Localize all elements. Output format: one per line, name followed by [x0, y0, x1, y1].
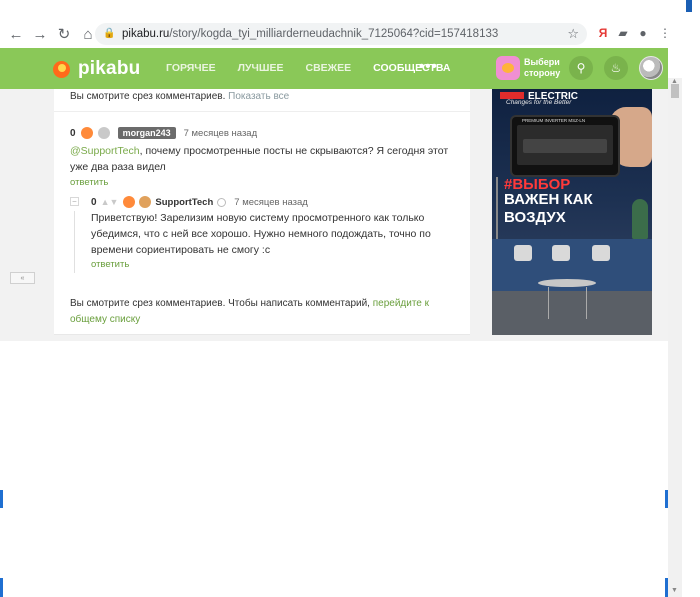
- award-icon: [123, 196, 136, 208]
- window-edge: [686, 0, 692, 12]
- bookmark-star-icon[interactable]: ☆: [567, 26, 579, 42]
- nav-best[interactable]: ЛУЧШЕЕ: [238, 62, 284, 74]
- extensions-puzzle-icon[interactable]: ▰: [614, 24, 632, 42]
- nav-communities[interactable]: СООБЩЕСТВА: [373, 62, 450, 74]
- mitsubishi-logo-icon: [500, 92, 524, 99]
- reply-link[interactable]: ответить: [91, 259, 129, 270]
- reply-body: Приветствую! Зарелизим новую систему про…: [91, 212, 431, 256]
- reply-time[interactable]: 7 месяцев назад: [234, 197, 308, 208]
- reply-author-avatar[interactable]: [139, 196, 152, 208]
- page-scrollbar[interactable]: ▲ ▼: [668, 78, 682, 597]
- show-all-link[interactable]: Показать все: [228, 91, 289, 102]
- vote-arrows-icon[interactable]: ▲▼: [101, 197, 119, 207]
- verified-icon: [217, 197, 227, 207]
- pillow-image: [514, 245, 532, 261]
- lamp-image: [496, 177, 498, 247]
- logo-icon: [53, 60, 70, 78]
- nav-more-icon[interactable]: •••: [419, 58, 438, 75]
- floor-image: [492, 291, 652, 335]
- back-arrow-icon[interactable]: ←: [4, 22, 28, 46]
- pillow-image: [552, 245, 570, 261]
- award-icon: [80, 127, 93, 139]
- reply-author[interactable]: SupportTech: [155, 197, 213, 208]
- url-text: pikabu.ru/story/kogda_tyi_milliarderneud…: [122, 28, 498, 40]
- url-host: pikabu.ru: [122, 28, 170, 40]
- lock-icon: 🔒: [103, 28, 116, 39]
- table-leg: [548, 287, 549, 319]
- url-path: /story/kogda_tyi_milliarderneudachnik_71…: [169, 28, 499, 40]
- cat-icon: [496, 56, 520, 80]
- notifications-bell-icon[interactable]: ♨: [604, 56, 628, 80]
- window-edge-left: [0, 578, 3, 597]
- coffee-table-image: [538, 279, 596, 287]
- air-conditioner-image: [517, 125, 613, 165]
- advertisement-banner[interactable]: ELECTRIC Changes for the Better PREMIUM …: [492, 89, 652, 335]
- ad-headline: ВАЖЕН КАК ВОЗДУХ: [504, 191, 593, 226]
- slice-notice-top: Вы смотрите срез комментариев. Показать …: [70, 91, 289, 102]
- choose-side-label: Выбери сторону: [524, 57, 561, 78]
- choose-side-button[interactable]: Выбери сторону: [496, 56, 561, 80]
- search-icon[interactable]: ⚲: [569, 56, 593, 80]
- nav-fresh[interactable]: СВЕЖЕЕ: [306, 62, 352, 74]
- window-edge-left: [0, 490, 3, 508]
- reply-comment-header: 0 ▲▼ SupportTech 7 месяцев назад: [91, 196, 308, 208]
- ad-tagline: Changes for the Better: [506, 99, 572, 106]
- blank-area: [0, 341, 668, 597]
- plant-image: [632, 199, 648, 239]
- reply-link[interactable]: ответить: [70, 177, 108, 188]
- window-top-strip: [0, 0, 700, 20]
- reply-rating: 0: [91, 196, 97, 208]
- slice-bottom-text: Вы смотрите срез комментариев. Чтобы нап…: [70, 298, 370, 309]
- collapse-thread-button[interactable]: –: [70, 197, 79, 206]
- table-leg: [586, 287, 587, 319]
- site-header: pikabu ГОРЯЧЕЕ ЛУЧШЕЕ СВЕЖЕЕ СООБЩЕСТВА …: [0, 48, 668, 89]
- yandex-extension-icon[interactable]: Я: [594, 24, 612, 42]
- scroll-thumb[interactable]: [671, 84, 679, 98]
- comment-header: 0 morgan243 7 месяцев назад: [70, 127, 257, 139]
- slice-notice-text: Вы смотрите срез комментариев.: [70, 91, 226, 102]
- collapse-sidebar-button[interactable]: «: [10, 272, 35, 284]
- comments-card: Вы смотрите срез комментариев. Показать …: [54, 89, 470, 335]
- comment-time[interactable]: 7 месяцев назад: [184, 128, 258, 139]
- reload-icon[interactable]: ↻: [52, 22, 76, 46]
- comment-author[interactable]: morgan243: [117, 127, 176, 139]
- mention-link[interactable]: @SupportTech: [70, 145, 140, 157]
- pillow-image: [592, 245, 610, 261]
- logo-text: pikabu: [78, 58, 141, 79]
- comment-rating: 0: [70, 127, 76, 139]
- phone-image: PREMIUM INVERTER MSZ-LN: [510, 115, 620, 177]
- gear-award-icon: [97, 127, 110, 139]
- thread-line: [74, 211, 75, 273]
- pikabu-logo[interactable]: pikabu: [53, 58, 140, 80]
- forward-arrow-icon[interactable]: →: [28, 22, 52, 46]
- profile-icon[interactable]: ●: [634, 24, 652, 42]
- scroll-down-icon[interactable]: ▼: [671, 587, 678, 594]
- comment-body: @SupportTech, почему просмотренные посты…: [70, 143, 456, 175]
- user-avatar[interactable]: [639, 56, 663, 80]
- divider: [54, 111, 470, 112]
- slice-notice-bottom: Вы смотрите срез комментариев. Чтобы нап…: [70, 296, 450, 328]
- nav-hot[interactable]: ГОРЯЧЕЕ: [166, 62, 216, 74]
- address-bar[interactable]: 🔒 pikabu.ru/story/kogda_tyi_milliarderne…: [95, 23, 587, 45]
- menu-kebab-icon[interactable]: ⋮: [656, 24, 674, 42]
- device-label: PREMIUM INVERTER MSZ-LN: [522, 118, 586, 123]
